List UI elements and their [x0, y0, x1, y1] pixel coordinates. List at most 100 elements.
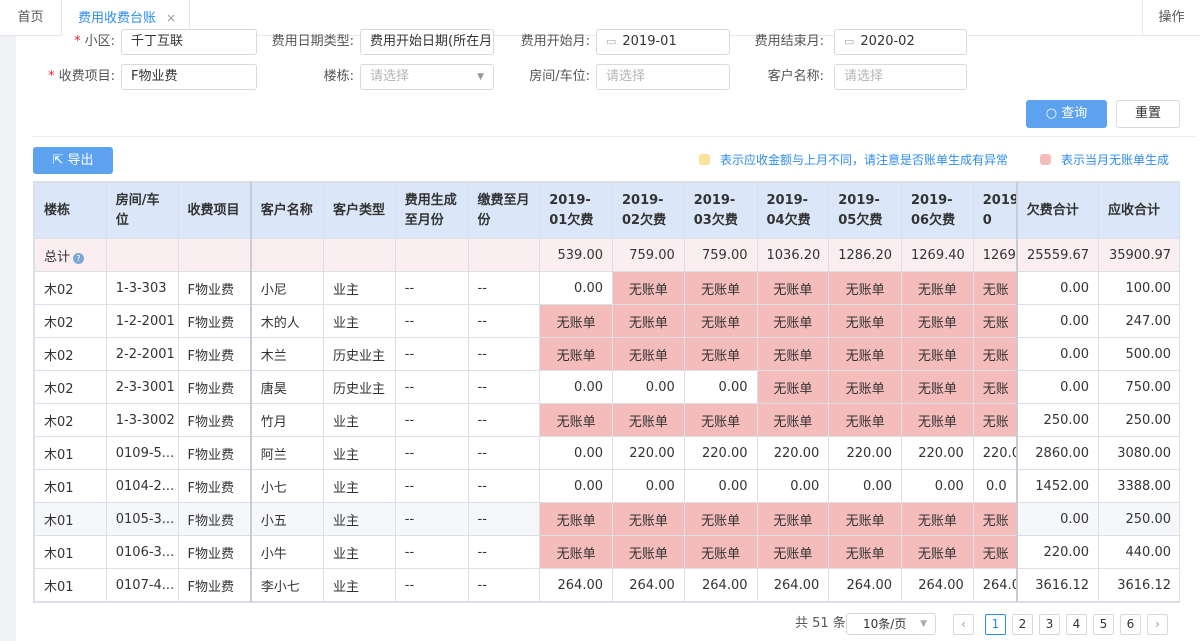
ledger-table-wrapper[interactable]: 楼栋 房间/车位 收费项目 客户名称 客户类型 费用生成至月份 缴费至月份 2019-01欠费…	[33, 181, 1180, 603]
start-month-label: 费用开始月:	[520, 34, 590, 49]
table-header-col-gen-month: 费用生成至月份	[394, 182, 469, 239]
cell-no-account: 无账单	[756, 337, 830, 371]
table-header-col-2019-03: 2019-03欠费	[683, 182, 758, 239]
cell-gen-month: --	[394, 502, 469, 536]
table-row[interactable]: 木01 0106-3... F物业费 小牛 业主 -- -- 无账单 无账单 无账单 无账单 无账单无…	[34, 535, 1179, 569]
cell-month-owed: 220.00	[828, 436, 902, 470]
community-select[interactable]: 千丁互联	[121, 29, 257, 55]
next-page-button[interactable]: ›	[1147, 614, 1168, 635]
table-row[interactable]: 木01 0104-2... F物业费 小七 业主 -- -- 0.00 0.00 0.00 0.00…	[34, 469, 1179, 503]
cell-no-account: 无账单	[612, 535, 685, 569]
cell-no-account: 无账单	[683, 535, 758, 569]
cell-building: 木01	[34, 502, 107, 536]
cell-item: F物业费	[177, 469, 252, 503]
cell-room: 1-3-303	[105, 271, 179, 305]
cell-no-account: 无账单	[756, 502, 830, 536]
query-button-label: 查询	[1061, 106, 1088, 121]
cell-no-account: 无账单	[539, 403, 613, 437]
table-row[interactable]: 木02 1-3-303 F物业费 小尼 业主 -- -- 0.00 无账单 无账单 无账单 无账单 无账…	[34, 271, 1179, 305]
total-row: 总计? 539.00 759.00 759.00 1036.20 1286.20 1269.…	[34, 238, 1179, 272]
cell-no-account: 无账单	[756, 271, 830, 305]
page-button-2[interactable]: 2	[1012, 614, 1033, 635]
total-label: 总计	[44, 249, 71, 265]
help-icon[interactable]: ?	[73, 252, 85, 264]
main-panel: * 小区: 千丁互联 费用日期类型: 费用开始日期(所在月 费用开始月: ▭ 201…	[16, 29, 1200, 641]
customer-name-select[interactable]: 请选择	[834, 64, 967, 90]
page-button-4[interactable]: 4	[1066, 614, 1087, 635]
table-row[interactable]: 木01 0105-3... F物业费 小五 业主 -- -- 无账单 无账单 无账单 无账单 无账单无…	[34, 502, 1179, 536]
cell-item: F物业费	[177, 502, 252, 536]
required-mark: *	[48, 69, 55, 84]
legend-swatch-yellow	[699, 154, 710, 165]
cell-customer-type: 业主	[323, 469, 396, 503]
start-month-value: 2019-01	[622, 34, 677, 49]
chevron-down-icon: ▼	[920, 619, 927, 629]
cell-room: 0107-4...	[105, 568, 179, 602]
page-button-1[interactable]: 1	[985, 614, 1006, 635]
cell-paid-month: --	[467, 436, 541, 470]
cell-month-owed: 0.00	[683, 469, 758, 503]
room-select[interactable]: 请选择	[596, 64, 730, 90]
cell-no-account: 无账	[972, 370, 1018, 404]
cell-month-owed: 0.00	[539, 469, 613, 503]
cell-no-account: 无账单	[539, 337, 613, 371]
end-month-picker[interactable]: ▭ 2020-02	[834, 29, 967, 55]
table-row[interactable]: 木01 0109-5... F物业费 阿兰 业主 -- -- 0.00 220.00 220.00…	[34, 436, 1179, 470]
table-row[interactable]: 木02 2-2-2001 F物业费 木兰 历史业主 -- -- 无账单 无账单 无账单 无账单 无账单…	[34, 337, 1179, 371]
total-value-cell: 25559.67	[1015, 238, 1100, 272]
cell-owed-total: 1452.00	[1015, 469, 1100, 503]
cell-no-account: 无账单	[828, 337, 902, 371]
charge-item-label-text: 收费项目:	[58, 69, 115, 84]
legend-swatch-pink	[1040, 154, 1051, 165]
cell-receivable-total: 250.00	[1098, 403, 1179, 437]
building-label: 楼栋:	[323, 69, 354, 84]
cell-month-owed: 264.00	[539, 568, 613, 602]
cell-customer: 小五	[250, 502, 324, 536]
cell-customer-type: 业主	[323, 271, 396, 305]
cell-customer: 小牛	[250, 535, 324, 569]
cell-gen-month: --	[394, 337, 469, 371]
cell-month-owed: 0.00	[539, 370, 613, 404]
page-size-select[interactable]: 10条/页 ▼	[846, 613, 936, 635]
date-type-select[interactable]: 费用开始日期(所在月	[360, 29, 494, 55]
cell-gen-month: --	[394, 568, 469, 602]
total-empty-cell	[177, 238, 252, 272]
cell-no-account: 无账单	[756, 370, 830, 404]
tab-operations-button[interactable]: 操作	[1142, 0, 1200, 36]
page-button-3[interactable]: 3	[1039, 614, 1060, 635]
cell-no-account: 无账单	[828, 304, 902, 338]
cell-month-owed: 0.00	[901, 469, 974, 503]
total-empty-cell	[250, 238, 324, 272]
total-value-cell: 1269.4	[972, 238, 1018, 272]
reset-button[interactable]: 重置	[1116, 100, 1180, 128]
cell-no-account: 无账单	[828, 370, 902, 404]
cell-receivable-total: 750.00	[1098, 370, 1179, 404]
cell-item: F物业费	[177, 535, 252, 569]
export-button[interactable]: ⇱ 导出	[33, 147, 113, 174]
cell-customer-type: 业主	[323, 502, 396, 536]
cell-customer-type: 历史业主	[323, 337, 396, 371]
table-row[interactable]: 木02 1-2-2001 F物业费 木的人 业主 -- -- 无账单 无账单 无账单 无账单 无账单无…	[34, 304, 1179, 338]
room-label: 房间/车位:	[529, 69, 590, 84]
charge-item-select[interactable]: F物业费	[121, 64, 257, 90]
cell-no-account: 无账	[972, 502, 1018, 536]
page-button-6[interactable]: 6	[1120, 614, 1141, 635]
cell-no-account: 无账单	[901, 337, 974, 371]
close-icon[interactable]: ×	[166, 11, 176, 25]
prev-page-button[interactable]: ‹	[953, 614, 974, 635]
table-header-col-2019-05: 2019-05欠费	[828, 182, 902, 239]
table-row[interactable]: 木01 0107-4... F物业费 李小七 业主 -- -- 264.00 264.00 264…	[34, 568, 1179, 602]
table-row[interactable]: 木02 1-3-3002 F物业费 竹月 业主 -- -- 无账单 无账单 无账单 无账单 无账单 无账…	[34, 403, 1179, 437]
cell-no-account: 无账单	[828, 403, 902, 437]
cell-customer: 小尼	[250, 271, 324, 305]
page-button-5[interactable]: 5	[1093, 614, 1114, 635]
cell-item: F物业费	[177, 403, 252, 437]
tab-fee-ledger-label: 费用收费台账	[78, 11, 157, 26]
cell-room: 2-3-3001	[105, 370, 179, 404]
start-month-picker[interactable]: ▭ 2019-01	[596, 29, 730, 55]
building-select[interactable]: 请选择 ▼	[360, 64, 494, 90]
cell-no-account: 无账单	[828, 271, 902, 305]
table-header-col-2019-01: 2019-01欠费	[539, 182, 613, 239]
query-button[interactable]: ○ 查询	[1026, 100, 1107, 128]
table-row[interactable]: 木02 2-3-3001 F物业费 唐昊 历史业主 -- -- 0.00 0.00 0.00 无账单…	[34, 370, 1179, 404]
